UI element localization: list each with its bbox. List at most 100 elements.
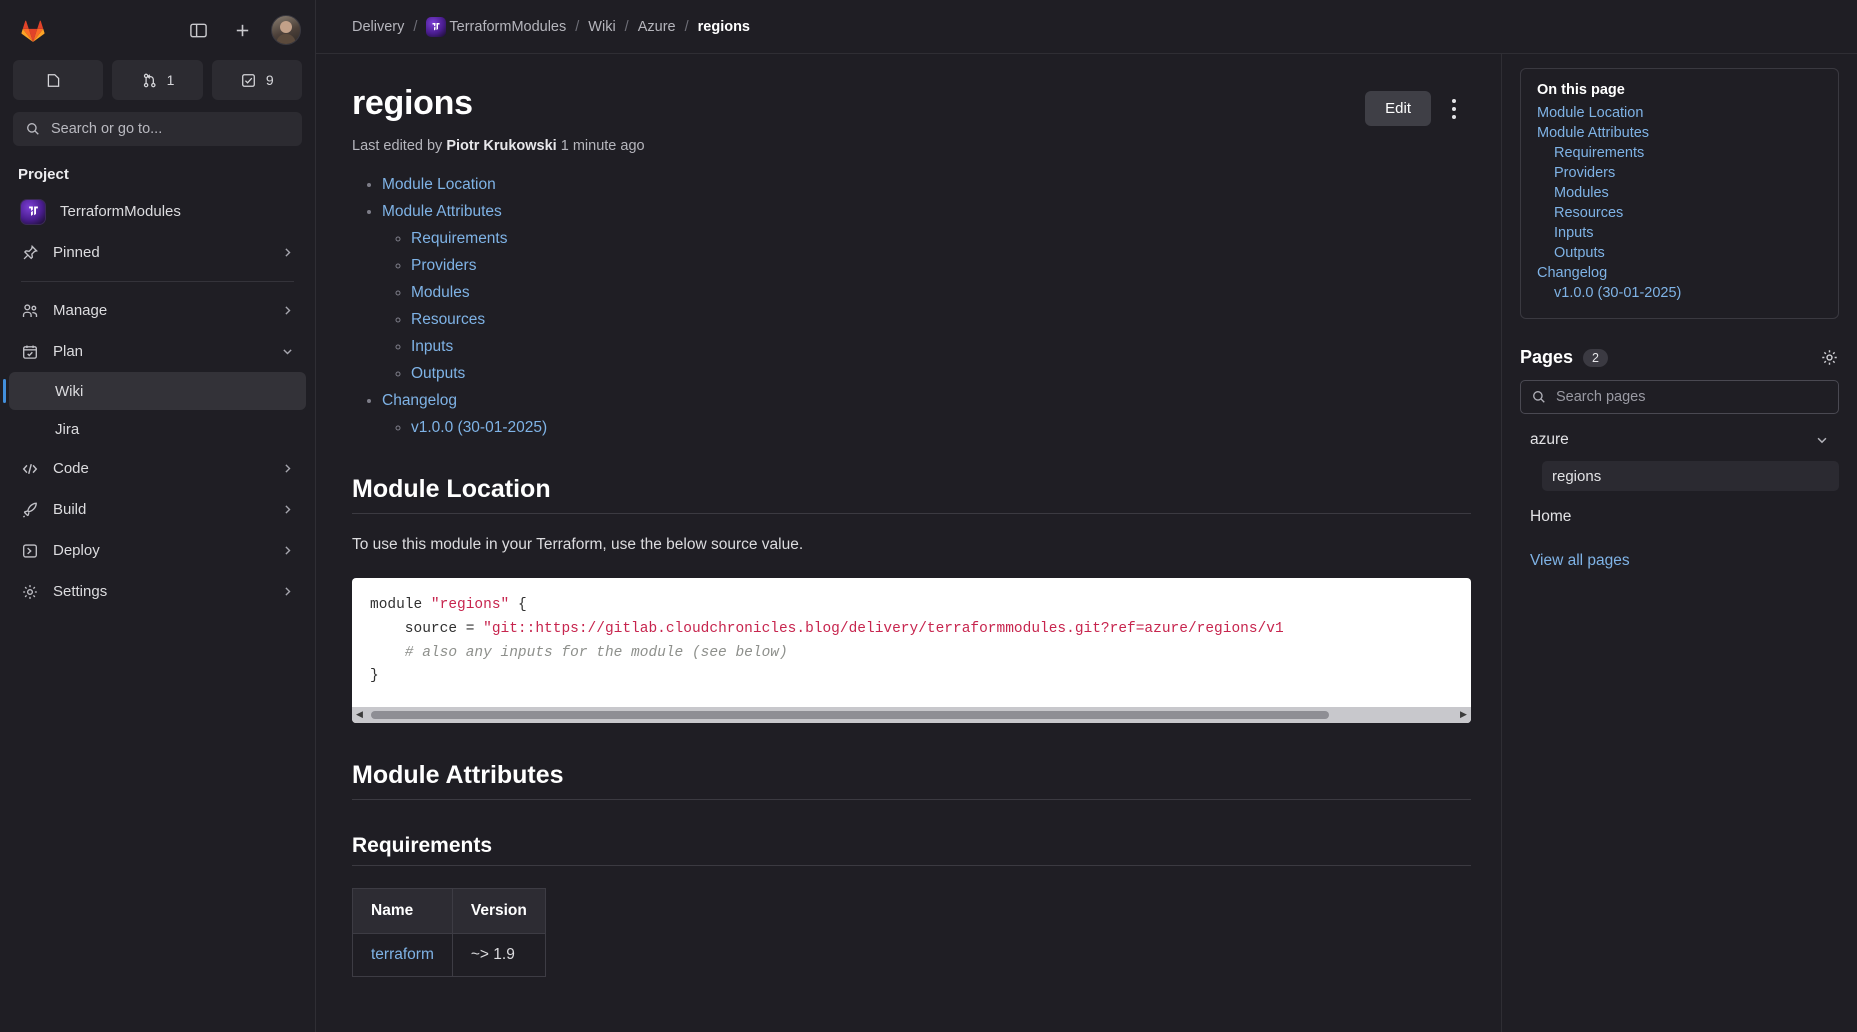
otp-link-module-location[interactable]: Module Location bbox=[1537, 103, 1822, 123]
pages-tree-folder-azure[interactable]: azure bbox=[1520, 423, 1839, 457]
code-line-3-comment: # also any inputs for the module (see be… bbox=[370, 644, 788, 661]
last-edited-author: Piotr Krukowski bbox=[446, 138, 557, 154]
todos-counter-label: 9 bbox=[265, 72, 274, 88]
breadcrumb-separator: / bbox=[684, 18, 689, 35]
table-row: terraform ~> 1.9 bbox=[352, 932, 546, 977]
search-pages-input[interactable] bbox=[1556, 389, 1828, 405]
pages-tree-item-home[interactable]: Home bbox=[1520, 500, 1839, 534]
sidebar-item-deploy[interactable]: Deploy bbox=[9, 530, 306, 571]
content-area: regions Edit Last edited by Piotr Krukow… bbox=[316, 54, 1857, 1032]
code-line-2-key: source = bbox=[370, 620, 484, 637]
toc-link-inputs[interactable]: Inputs bbox=[411, 338, 453, 355]
merge-requests-counter[interactable]: 1 bbox=[112, 60, 203, 100]
otp-link-changelog[interactable]: Changelog bbox=[1537, 263, 1822, 283]
otp-link-module-attributes[interactable]: Module Attributes bbox=[1537, 123, 1822, 143]
sidebar-item-label: Deploy bbox=[53, 542, 100, 559]
otp-link-modules[interactable]: Modules bbox=[1537, 183, 1822, 203]
gitlab-logo-icon[interactable] bbox=[18, 15, 48, 45]
toc-link-module-attributes[interactable]: Module Attributes bbox=[382, 203, 502, 220]
sidebar-top-bar bbox=[0, 0, 315, 56]
chevron-right-icon bbox=[281, 246, 295, 259]
pages-search-box[interactable] bbox=[1520, 380, 1839, 414]
heading-module-location: Module Location bbox=[352, 475, 1471, 514]
otp-link-inputs[interactable]: Inputs bbox=[1537, 223, 1822, 243]
project-name-label: TerraformModules bbox=[60, 203, 181, 220]
terraform-link[interactable]: terraform bbox=[371, 946, 434, 963]
sidebar-item-settings[interactable]: Settings bbox=[9, 571, 306, 612]
otp-link-outputs[interactable]: Outputs bbox=[1537, 243, 1822, 263]
breadcrumb-separator: / bbox=[413, 18, 418, 35]
view-all-pages-link[interactable]: View all pages bbox=[1520, 552, 1630, 570]
toc-link-resources[interactable]: Resources bbox=[411, 311, 485, 328]
app-root: 1 9 Search or go to... Project Terraform… bbox=[0, 0, 1857, 1032]
table-head: Name Version bbox=[352, 887, 546, 934]
toc-link-providers[interactable]: Providers bbox=[411, 257, 476, 274]
users-icon bbox=[20, 301, 39, 320]
sidebar-item-code[interactable]: Code bbox=[9, 448, 306, 489]
code-brackets-icon bbox=[20, 459, 39, 478]
scrollbar-track[interactable] bbox=[367, 707, 1456, 723]
toc-link-modules[interactable]: Modules bbox=[411, 284, 470, 301]
sidebar-item-wiki[interactable]: Wiki bbox=[3, 372, 306, 410]
scroll-left-arrow-icon[interactable]: ◀ bbox=[352, 707, 367, 723]
sidebar-item-pinned[interactable]: Pinned bbox=[9, 232, 306, 273]
list-item: Module Attributes Requirements Providers… bbox=[382, 203, 1471, 383]
toc-link-requirements[interactable]: Requirements bbox=[411, 230, 508, 247]
gear-icon[interactable] bbox=[1820, 348, 1839, 367]
chevron-right-icon bbox=[281, 304, 295, 317]
sidebar-item-plan[interactable]: Plan bbox=[9, 331, 306, 372]
toc-link-v100[interactable]: v1.0.0 (30-01-2025) bbox=[411, 419, 547, 436]
breadcrumb-item-wiki[interactable]: Wiki bbox=[588, 19, 615, 35]
breadcrumb-item-delivery[interactable]: Delivery bbox=[352, 19, 404, 35]
otp-link-v100[interactable]: v1.0.0 (30-01-2025) bbox=[1537, 283, 1822, 303]
code-line-4-brace: } bbox=[370, 668, 379, 685]
toc-link-outputs[interactable]: Outputs bbox=[411, 365, 465, 382]
chevron-down-icon bbox=[281, 345, 295, 358]
chevron-right-icon bbox=[281, 544, 295, 557]
breadcrumb-item-terraformmodules[interactable]: TerraformModules bbox=[426, 16, 566, 37]
toc-link-module-location[interactable]: Module Location bbox=[382, 176, 496, 193]
otp-link-requirements[interactable]: Requirements bbox=[1537, 143, 1822, 163]
sidebar-item-manage[interactable]: Manage bbox=[9, 290, 306, 331]
pages-tree-item-regions[interactable]: regions bbox=[1542, 461, 1839, 491]
toc-sublist: Requirements Providers Modules Resources… bbox=[382, 230, 1471, 383]
code-block: module "regions" { source = "git::https:… bbox=[352, 578, 1471, 723]
edit-button[interactable]: Edit bbox=[1365, 91, 1431, 126]
module-location-paragraph: To use this module in your Terraform, us… bbox=[352, 536, 804, 553]
chevron-down-icon[interactable] bbox=[1815, 433, 1829, 447]
list-item: Providers bbox=[411, 257, 1471, 275]
kebab-menu-icon[interactable] bbox=[1437, 92, 1471, 126]
sidebar-top-icon-group bbox=[183, 15, 301, 45]
otp-link-providers[interactable]: Providers bbox=[1537, 163, 1822, 183]
user-avatar[interactable] bbox=[271, 15, 301, 45]
sidebar-subitem-label: Jira bbox=[55, 420, 80, 438]
sidebar-item-jira[interactable]: Jira bbox=[9, 410, 306, 448]
otp-link-resources[interactable]: Resources bbox=[1537, 203, 1822, 223]
scroll-right-arrow-icon[interactable]: ▶ bbox=[1456, 707, 1471, 723]
last-edited-prefix: Last edited by bbox=[352, 138, 443, 154]
on-this-page-card: On this page Module Location Module Attr… bbox=[1520, 68, 1839, 319]
page-title: regions bbox=[352, 84, 473, 122]
table-of-contents: Module Location Module Attributes Requir… bbox=[352, 176, 1471, 437]
todos-counter[interactable]: 9 bbox=[211, 60, 302, 100]
pages-title: Pages bbox=[1520, 347, 1574, 367]
toc-link-changelog[interactable]: Changelog bbox=[382, 392, 457, 409]
panel-toggle-icon[interactable] bbox=[183, 15, 213, 45]
breadcrumb-item-current: regions bbox=[697, 18, 750, 35]
sidebar-item-build[interactable]: Build bbox=[9, 489, 306, 530]
sidebar-counters: 1 9 bbox=[0, 56, 315, 100]
list-item: Module Location bbox=[382, 176, 1471, 194]
sidebar-item-label: Settings bbox=[53, 583, 108, 600]
last-edited-time: 1 minute ago bbox=[560, 138, 645, 154]
heading-requirements: Requirements bbox=[352, 834, 1471, 866]
issues-counter[interactable] bbox=[13, 60, 104, 100]
code-horizontal-scrollbar[interactable]: ◀ ▶ bbox=[352, 706, 1471, 723]
page-header: regions Edit bbox=[352, 84, 1471, 126]
breadcrumb-item-azure[interactable]: Azure bbox=[638, 19, 676, 35]
sidebar-item-project[interactable]: TerraformModules bbox=[9, 191, 306, 232]
scrollbar-thumb[interactable] bbox=[371, 710, 1330, 719]
project-avatar-icon bbox=[426, 16, 447, 37]
plus-icon[interactable] bbox=[227, 15, 257, 45]
search-input[interactable]: Search or go to... bbox=[13, 112, 302, 146]
calendar-icon bbox=[20, 342, 39, 361]
